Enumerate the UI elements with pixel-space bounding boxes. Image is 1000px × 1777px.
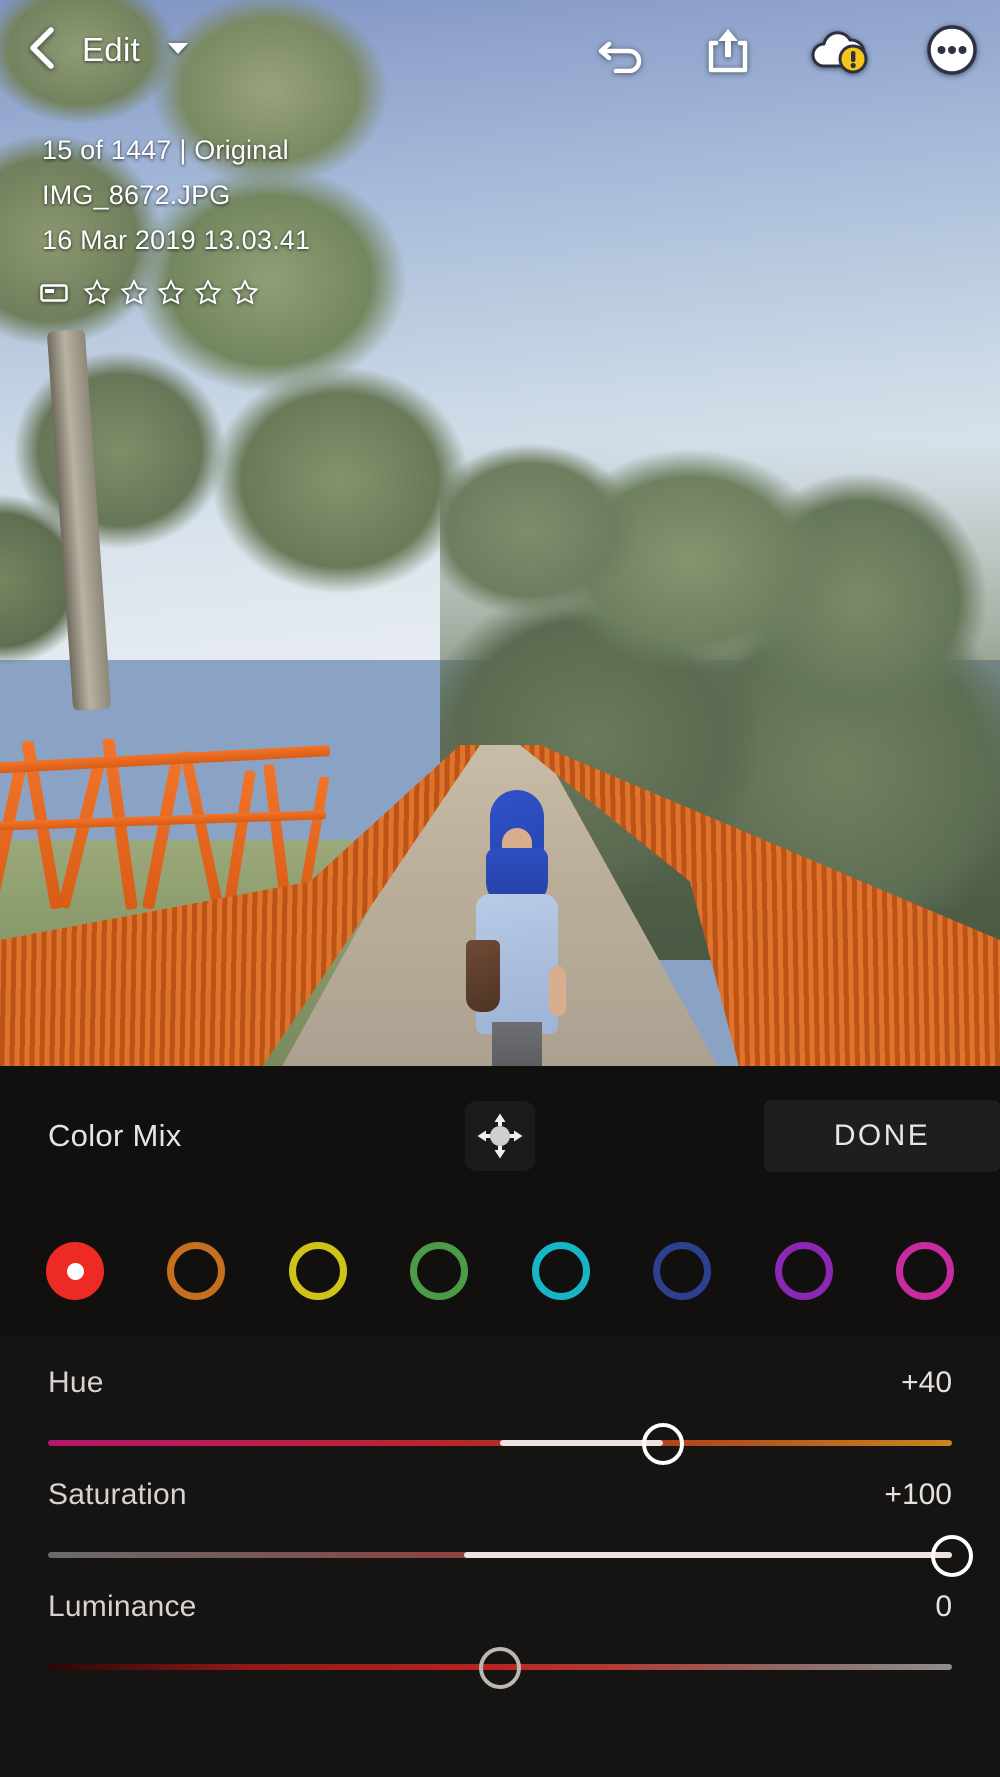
photo-filename: IMG_8672.JPG	[42, 179, 231, 210]
slider-value-saturation: +100	[884, 1478, 952, 1511]
saturation-knob[interactable]	[931, 1535, 973, 1577]
photo-capture-date: 16 Mar 2019 13.03.41	[42, 224, 311, 255]
done-button[interactable]: DONE	[764, 1100, 1000, 1172]
color-mix-header: Color Mix DONE	[0, 1066, 1000, 1206]
slider-track-luminance[interactable]	[48, 1647, 952, 1689]
swatch-red[interactable]	[46, 1242, 104, 1300]
swatch-aqua[interactable]	[531, 1242, 590, 1300]
swatch-orange[interactable]	[167, 1242, 226, 1300]
slider-label-saturation: Saturation	[48, 1478, 187, 1511]
slider-track-hue[interactable]	[48, 1423, 952, 1465]
slider-saturation: Saturation +100	[0, 1478, 1000, 1590]
chevron-left-icon[interactable]	[24, 25, 60, 76]
saturation-track-fill	[463, 1552, 952, 1558]
slider-track-saturation[interactable]	[48, 1535, 973, 1577]
flag-icon[interactable]	[40, 282, 68, 304]
share-icon[interactable]	[704, 25, 752, 75]
star-rating[interactable]	[82, 278, 260, 307]
swatch-magenta[interactable]	[895, 1242, 954, 1300]
undo-icon[interactable]	[596, 27, 648, 74]
slider-hue: Hue +40	[0, 1366, 1000, 1478]
luminance-knob[interactable]	[479, 1647, 521, 1689]
top-actions	[596, 24, 978, 76]
flag-and-rating[interactable]	[40, 278, 260, 307]
slider-value-luminance: 0	[935, 1590, 952, 1623]
targeted-adjustment-icon[interactable]	[465, 1101, 535, 1171]
top-toolbar: Edit	[0, 0, 1000, 100]
panel-title: Color Mix	[48, 1118, 182, 1153]
photo-info-overlay: 15 of 1447 | Original IMG_8672.JPG 16 Ma…	[42, 128, 310, 262]
lightroom-edit-screen: 15 of 1447 | Original IMG_8672.JPG 16 Ma…	[0, 0, 1000, 1777]
slider-luminance: Luminance 0	[0, 1590, 1000, 1702]
color-swatch-row	[0, 1206, 1000, 1336]
photo-canvas[interactable]: 15 of 1447 | Original IMG_8672.JPG 16 Ma…	[0, 0, 1000, 1066]
slider-label-luminance: Luminance	[48, 1590, 197, 1623]
hue-track-fill	[500, 1440, 663, 1446]
swatch-blue[interactable]	[653, 1242, 712, 1300]
color-mix-panel: Color Mix DONE	[0, 1066, 1000, 1336]
cloud-warning-icon[interactable]	[808, 26, 870, 74]
slider-stack: Hue +40 Saturation +100 Luminance 0	[0, 1336, 1000, 1777]
swatch-purple[interactable]	[774, 1242, 833, 1300]
slider-value-hue: +40	[901, 1366, 952, 1399]
person-subject	[462, 790, 572, 1066]
photo-counter: 15 of 1447 | Original	[42, 135, 289, 165]
hue-knob[interactable]	[641, 1423, 684, 1465]
swatch-green[interactable]	[410, 1242, 469, 1300]
swatch-yellow[interactable]	[288, 1242, 347, 1300]
edit-title[interactable]: Edit	[82, 31, 140, 69]
caret-down-icon[interactable]	[166, 40, 190, 61]
slider-label-hue: Hue	[48, 1366, 104, 1399]
more-options-icon[interactable]	[926, 24, 978, 76]
